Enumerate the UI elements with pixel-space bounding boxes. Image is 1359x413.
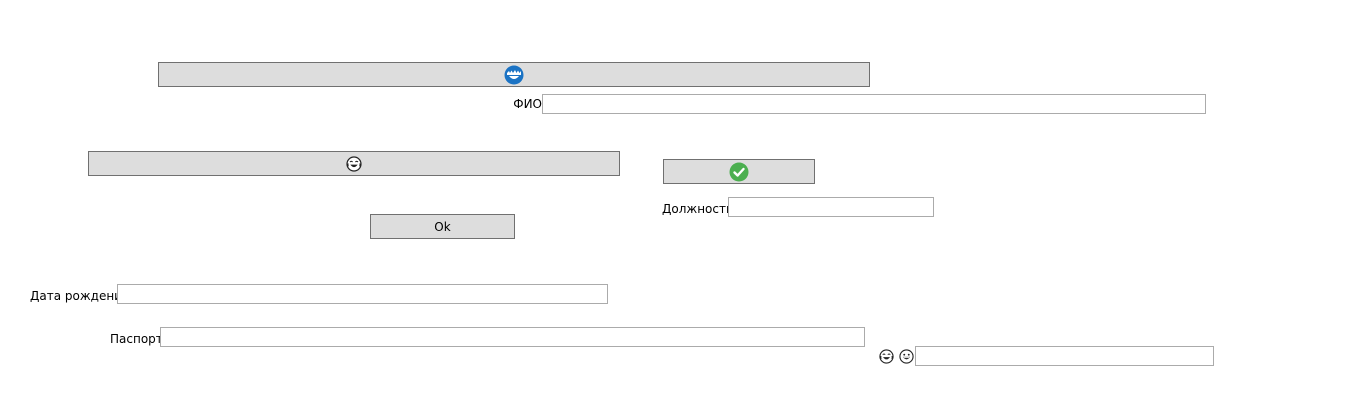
birth-date-field[interactable] (117, 284, 608, 304)
birth-date-label: Дата рождения (30, 289, 130, 303)
top-icon-button[interactable] (158, 62, 870, 87)
emoji-button[interactable] (88, 151, 620, 176)
position-label: Должность (662, 202, 734, 216)
extra-field[interactable] (915, 346, 1214, 366)
check-circle-icon (729, 162, 749, 182)
ok-button[interactable]: Ok (370, 214, 515, 239)
position-field[interactable] (728, 197, 934, 217)
smile-wave-icon (504, 65, 524, 85)
laughing-tears-icon (346, 155, 362, 172)
fio-label: ФИО (513, 97, 542, 111)
passport-label: Паспорт (110, 332, 163, 346)
check-button[interactable] (663, 159, 815, 184)
grinning-icon (899, 349, 914, 364)
passport-field[interactable] (160, 327, 865, 347)
laughing-tears-icon (879, 349, 894, 364)
fio-field[interactable] (542, 94, 1206, 114)
